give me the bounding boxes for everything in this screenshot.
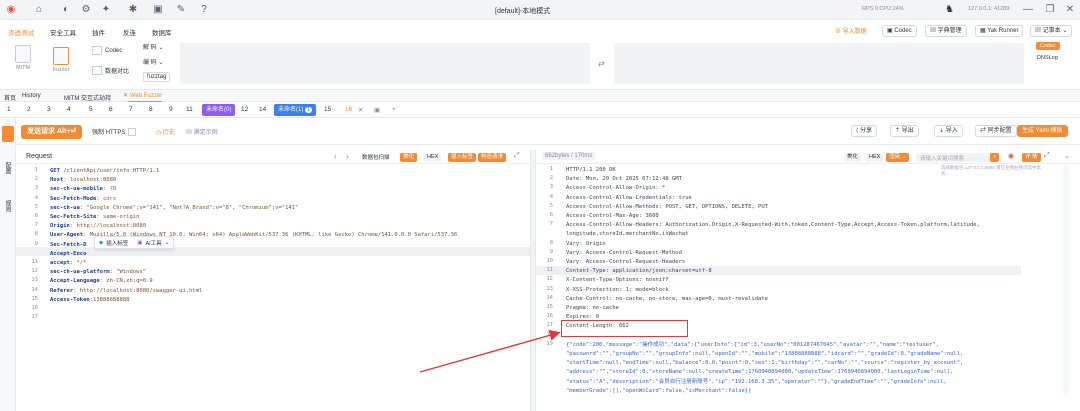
- annotation-arrow: [419, 329, 561, 373]
